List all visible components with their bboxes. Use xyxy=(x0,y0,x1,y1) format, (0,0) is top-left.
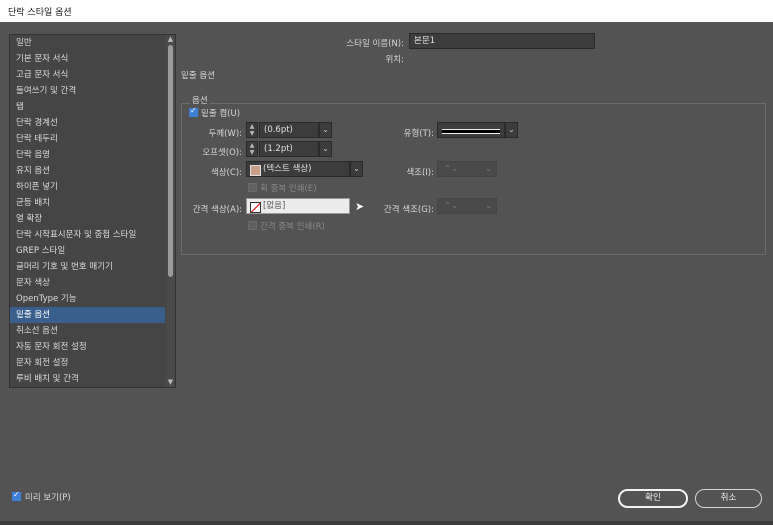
style-name-input[interactable]: 본문1 xyxy=(409,33,595,49)
color-select[interactable]: (텍스트 색상) xyxy=(246,161,350,177)
sidebar-item-strikethrough-options[interactable]: 취소선 옵션 xyxy=(10,323,165,339)
sidebar-item-paragraph-rules[interactable]: 단락 경계선 xyxy=(10,115,165,131)
gap-tint-dropdown-icon: ⌄ xyxy=(484,201,492,211)
type-label: 유형(T): xyxy=(403,129,434,139)
sidebar-item-basic-char[interactable]: 기본 문자 서식 xyxy=(10,51,165,67)
color-dropdown-icon[interactable]: ⌄ xyxy=(350,161,363,177)
window-title: 단락 스타일 옵션 xyxy=(8,8,72,18)
bottom-edge xyxy=(0,521,773,525)
category-list[interactable]: 일반 기본 문자 서식 고급 문자 서식 들여쓰기 및 간격 탭 단락 경계선 … xyxy=(9,34,176,388)
options-group-label: 옵션 xyxy=(190,94,210,106)
sidebar-item-drop-caps[interactable]: 단락 시작표시문자 및 중첩 스타일 xyxy=(10,227,165,243)
scroll-up-icon[interactable]: ▲ xyxy=(166,35,175,44)
preview-checkbox[interactable] xyxy=(12,490,21,501)
scroll-down-icon[interactable]: ▼ xyxy=(166,378,175,387)
color-label: 색상(C): xyxy=(210,168,242,178)
sidebar-item-justification[interactable]: 균등 배치 xyxy=(10,195,165,211)
sidebar-item-underline-options[interactable]: 밑줄 옵션 xyxy=(10,307,165,323)
tint-select[interactable]: ⌃⌄ ⌄ xyxy=(437,161,497,177)
weight-dropdown-icon[interactable]: ⌄ xyxy=(319,122,332,138)
offset-dropdown-icon[interactable]: ⌄ xyxy=(319,141,332,157)
solid-line-icon xyxy=(442,129,500,134)
sidebar-item-tabs[interactable]: 탭 xyxy=(10,99,165,115)
gap-color-value: [없음] xyxy=(263,201,286,211)
mouse-cursor-icon: ➤ xyxy=(355,200,365,213)
sidebar-item-grep-style[interactable]: GREP 스타일 xyxy=(10,243,165,259)
sidebar-item-opentype[interactable]: OpenType 기능 xyxy=(10,291,165,307)
sidebar-item-ruby[interactable]: 루비 배치 및 간격 xyxy=(10,371,165,387)
style-name-label: 스타일 이름(N): xyxy=(346,39,404,49)
tint-stepper-icon: ⌃⌄ xyxy=(444,164,459,174)
underline-on-label: 밑줄 켬(U) xyxy=(201,109,241,119)
sidebar-item-paragraph-border[interactable]: 단락 테두리 xyxy=(10,131,165,147)
color-swatch-icon xyxy=(250,165,261,176)
offset-input[interactable]: (1.2pt) xyxy=(259,141,319,157)
gap-tint-select[interactable]: ⌃⌄ ⌄ xyxy=(437,198,497,214)
overprint-stroke-checkbox[interactable] xyxy=(248,183,257,192)
sidebar-item-span-columns[interactable]: 열 확장 xyxy=(10,211,165,227)
overprint-stroke-label: 획 중복 인쇄(E) xyxy=(260,184,317,194)
overprint-gap-checkbox[interactable] xyxy=(248,221,257,230)
sidebar-item-bullets-numbering[interactable]: 글머리 기호 및 번호 매기기 xyxy=(10,259,165,275)
sidebar-item-general[interactable]: 일반 xyxy=(10,35,165,51)
gap-color-select[interactable]: [없음] xyxy=(246,198,350,214)
weight-label: 두께(W): xyxy=(208,129,242,139)
sidebar-item-paragraph-shading[interactable]: 단락 음영 xyxy=(10,147,165,163)
sidebar-scrollbar[interactable]: ▲ ▼ xyxy=(166,35,175,387)
underline-on-checkbox[interactable] xyxy=(189,106,198,117)
offset-stepper[interactable]: ▲ ▼ xyxy=(246,141,258,157)
sidebar-item-advanced-char[interactable]: 고급 문자 서식 xyxy=(10,67,165,83)
gap-tint-stepper-icon: ⌃⌄ xyxy=(444,201,459,211)
gap-color-label: 간격 색상(A): xyxy=(192,205,242,215)
tint-dropdown-icon: ⌄ xyxy=(484,164,492,174)
title-bar: 단락 스타일 옵션 xyxy=(0,0,773,22)
tint-label: 색조(I): xyxy=(406,168,434,178)
sidebar-item-indents-spacing[interactable]: 들여쓰기 및 간격 xyxy=(10,83,165,99)
cancel-button[interactable]: 취소 xyxy=(695,489,762,508)
sidebar-item-char-color[interactable]: 문자 색상 xyxy=(10,275,165,291)
section-title: 밑줄 옵션 xyxy=(181,71,215,81)
sidebar-item-tate-chu-yoko[interactable]: 문자 회전 설정 xyxy=(10,355,165,371)
none-swatch-icon xyxy=(250,202,261,213)
sidebar-item-keep-options[interactable]: 유지 옵션 xyxy=(10,163,165,179)
color-value: (텍스트 색상) xyxy=(263,164,312,174)
overprint-gap-label: 간격 중복 인쇄(R) xyxy=(260,222,325,232)
ok-button[interactable]: 확인 xyxy=(618,489,688,508)
weight-input[interactable]: (0.6pt) xyxy=(259,122,319,138)
preview-label: 미리 보기(P) xyxy=(25,493,71,503)
scroll-thumb[interactable] xyxy=(168,45,173,277)
gap-tint-label: 간격 색조(G): xyxy=(383,205,434,215)
location-label: 위치: xyxy=(385,55,404,65)
type-select[interactable] xyxy=(437,122,505,138)
sidebar-item-hyphenation[interactable]: 하이픈 넣기 xyxy=(10,179,165,195)
type-dropdown-icon[interactable]: ⌄ xyxy=(505,122,518,138)
sidebar-item-auto-tate-chu-yoko[interactable]: 자동 문자 회전 설정 xyxy=(10,339,165,355)
offset-label: 오프셋(O): xyxy=(202,148,242,158)
weight-stepper[interactable]: ▲ ▼ xyxy=(246,122,258,138)
